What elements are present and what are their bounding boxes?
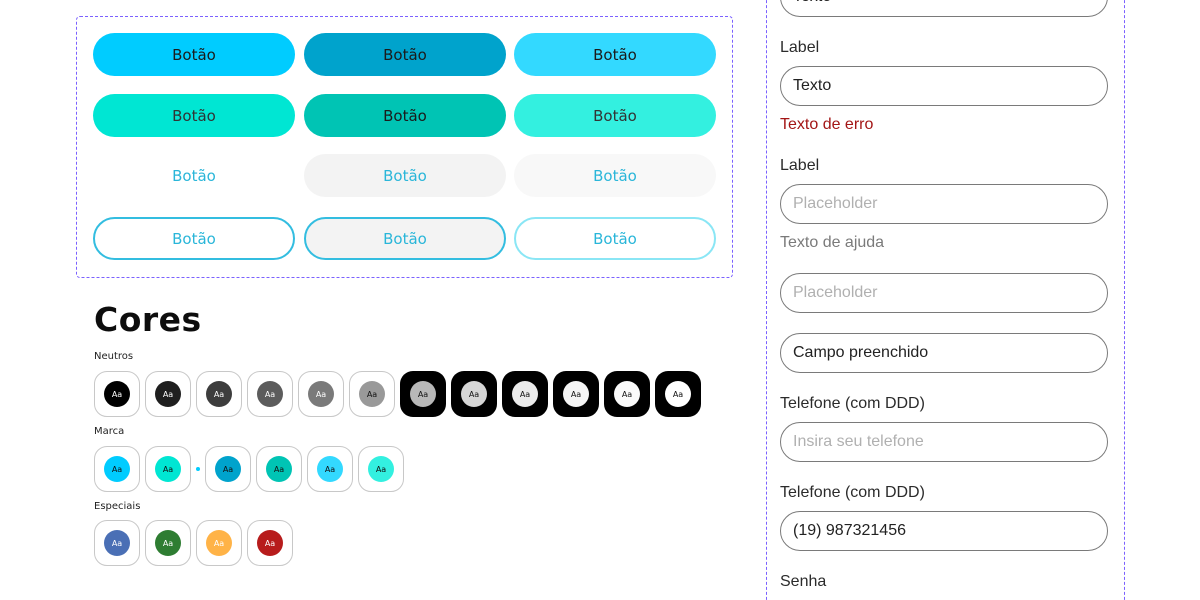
- primary-button-hover[interactable]: Botão: [304, 33, 506, 76]
- color-dot: Aa: [665, 381, 691, 407]
- color-swatch[interactable]: Aa: [604, 371, 650, 417]
- color-swatch[interactable]: Aa: [655, 371, 701, 417]
- color-dot: Aa: [614, 381, 640, 407]
- color-swatch[interactable]: Aa: [349, 371, 395, 417]
- color-swatch[interactable]: Aa: [553, 371, 599, 417]
- especiais-swatches: Aa Aa Aa Aa: [94, 520, 293, 566]
- color-swatch[interactable]: Aa: [400, 371, 446, 417]
- text-field-error[interactable]: Texto: [780, 66, 1108, 106]
- primary-button-light[interactable]: Botão: [514, 33, 716, 76]
- color-dot: Aa: [410, 381, 436, 407]
- color-swatch[interactable]: Aa: [196, 520, 242, 566]
- color-dot: Aa: [206, 530, 232, 556]
- color-dot: Aa: [206, 381, 232, 407]
- marca-label: Marca: [94, 426, 125, 437]
- color-dot: Aa: [461, 381, 487, 407]
- ghost-button-light[interactable]: Botão: [514, 154, 716, 197]
- color-dot: Aa: [257, 381, 283, 407]
- color-dot: Aa: [368, 456, 394, 482]
- secondary-button-hover[interactable]: Botão: [304, 94, 506, 137]
- outline-button-hover[interactable]: Botão: [304, 217, 506, 260]
- primary-button[interactable]: Botão: [93, 33, 295, 76]
- buttons-panel: Botão Botão Botão Botão Botão Botão Botã…: [76, 16, 733, 278]
- color-dot: Aa: [104, 530, 130, 556]
- color-swatch[interactable]: Aa: [358, 446, 404, 492]
- color-swatch[interactable]: Aa: [247, 520, 293, 566]
- color-dot: Aa: [155, 530, 181, 556]
- text-field-help[interactable]: Placeholder: [780, 184, 1108, 224]
- color-dot: Aa: [359, 381, 385, 407]
- color-dot: Aa: [308, 381, 334, 407]
- color-swatch[interactable]: Aa: [256, 446, 302, 492]
- help-text: Texto de ajuda: [780, 234, 885, 251]
- color-swatch[interactable]: Aa: [502, 371, 548, 417]
- neutros-label: Neutros: [94, 351, 134, 362]
- color-swatch[interactable]: Aa: [298, 371, 344, 417]
- color-dot: Aa: [215, 456, 241, 482]
- ghost-button-hover[interactable]: Botão: [304, 154, 506, 197]
- secondary-button-light[interactable]: Botão: [514, 94, 716, 137]
- color-dot: Aa: [512, 381, 538, 407]
- text-field-top[interactable]: Texto: [780, 0, 1108, 17]
- color-swatch[interactable]: Aa: [196, 371, 242, 417]
- text-field-empty[interactable]: Placeholder: [780, 273, 1108, 313]
- color-swatch[interactable]: Aa: [145, 520, 191, 566]
- color-dot: Aa: [155, 381, 181, 407]
- color-dot: Aa: [317, 456, 343, 482]
- color-swatch[interactable]: Aa: [205, 446, 251, 492]
- error-text: Texto de erro: [780, 116, 874, 133]
- field-label: Label: [780, 157, 820, 174]
- color-dot: Aa: [104, 381, 130, 407]
- phone-label-filled: Telefone (com DDD): [780, 484, 925, 501]
- color-swatch[interactable]: Aa: [307, 446, 353, 492]
- ghost-button[interactable]: Botão: [93, 154, 295, 197]
- color-dot: Aa: [266, 456, 292, 482]
- text-field-filled[interactable]: Campo preenchido: [780, 333, 1108, 373]
- especiais-label: Especiais: [94, 501, 141, 512]
- outline-button[interactable]: Botão: [93, 217, 295, 260]
- phone-input-filled[interactable]: (19) 987321456: [780, 511, 1108, 551]
- color-swatch[interactable]: Aa: [145, 446, 191, 492]
- color-swatch[interactable]: Aa: [451, 371, 497, 417]
- outline-button-light[interactable]: Botão: [514, 217, 716, 260]
- phone-input-empty[interactable]: Insira seu telefone: [780, 422, 1108, 462]
- color-swatch[interactable]: Aa: [145, 371, 191, 417]
- color-swatch[interactable]: Aa: [94, 446, 140, 492]
- color-dot: Aa: [104, 456, 130, 482]
- phone-label: Telefone (com DDD): [780, 395, 925, 412]
- color-swatch[interactable]: Aa: [94, 520, 140, 566]
- field-label: Label: [780, 39, 820, 56]
- marca-swatches: Aa Aa Aa Aa Aa Aa: [94, 446, 404, 492]
- accent-dot: [196, 467, 200, 471]
- color-dot: Aa: [257, 530, 283, 556]
- color-swatch[interactable]: Aa: [247, 371, 293, 417]
- password-label: Senha: [780, 573, 827, 590]
- neutros-swatches: Aa Aa Aa Aa Aa Aa Aa Aa Aa Aa Aa Aa: [94, 371, 701, 417]
- color-dot: Aa: [155, 456, 181, 482]
- colors-title: Cores: [94, 300, 202, 339]
- color-swatch[interactable]: Aa: [94, 371, 140, 417]
- color-dot: Aa: [563, 381, 589, 407]
- secondary-button[interactable]: Botão: [93, 94, 295, 137]
